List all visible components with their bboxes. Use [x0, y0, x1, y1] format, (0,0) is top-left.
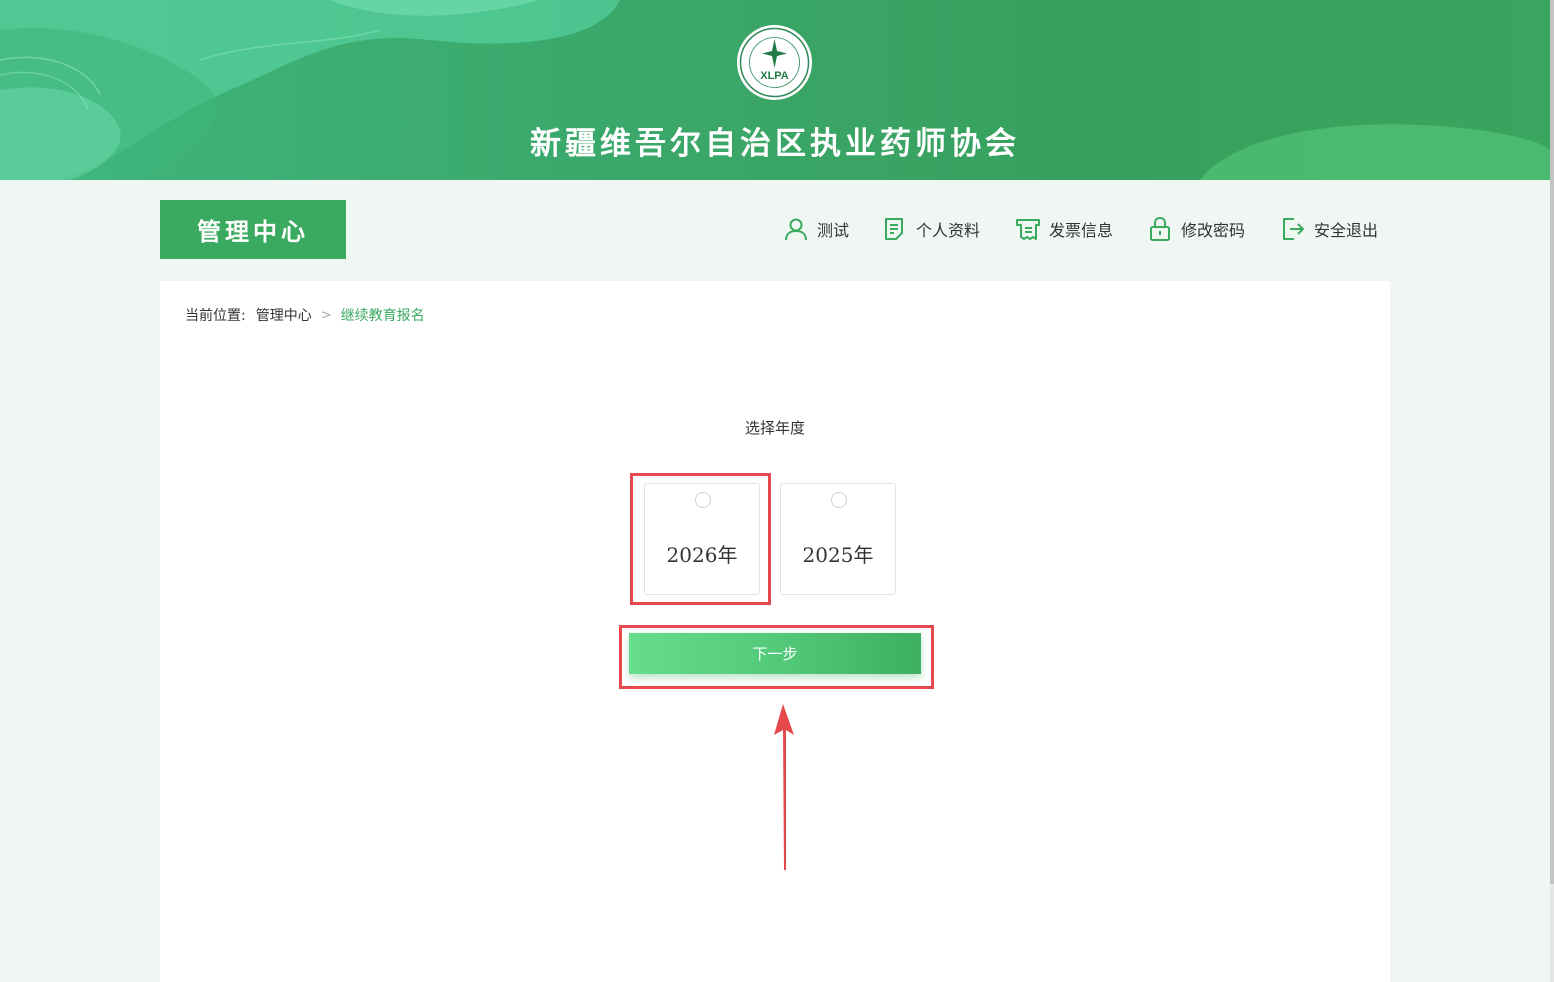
scrollbar-thumb[interactable]: [1550, 0, 1554, 884]
breadcrumb-current: 继续教育报名: [340, 308, 425, 324]
nav-invoice-label: 发票信息: [1049, 221, 1114, 240]
management-center-badge[interactable]: 管理中心: [160, 200, 346, 259]
year-radio-2026[interactable]: [695, 492, 711, 508]
nav-invoice[interactable]: 发票信息: [1015, 214, 1113, 244]
nav-user-label: 测试: [817, 221, 850, 240]
nav-change-password-label: 修改密码: [1181, 221, 1246, 240]
nav-logout-label: 安全退出: [1314, 221, 1379, 240]
logout-icon: [1283, 218, 1304, 240]
breadcrumb: 当前位置: 管理中心 > 继续教育报名: [185, 305, 425, 325]
nav-logout[interactable]: 安全退出: [1280, 214, 1378, 244]
breadcrumb-separator-icon: >: [320, 307, 332, 323]
year-label-2026: 2026年: [666, 543, 738, 567]
year-label-2025: 2025年: [802, 543, 874, 567]
document-icon: [885, 218, 903, 240]
year-option-2025[interactable]: 2025年: [780, 483, 896, 595]
year-option-2026[interactable]: 2026年: [644, 483, 760, 595]
annotation-arrow-icon: [774, 704, 794, 870]
breadcrumb-prefix: 当前位置:: [185, 308, 246, 324]
year-radio-2025[interactable]: [831, 492, 847, 508]
logo-text: XLPA: [760, 70, 789, 82]
user-icon: [785, 218, 807, 241]
header-banner: XLPA 新疆维吾尔自治区执业药师协会: [0, 0, 1550, 180]
next-step-button[interactable]: 下一步: [629, 633, 921, 674]
association-logo: XLPA: [737, 25, 812, 100]
nav-change-password[interactable]: 修改密码: [1147, 214, 1245, 244]
site-title: 新疆维吾尔自治区执业药师协会: [530, 126, 1020, 162]
invoice-icon: [1016, 219, 1040, 240]
section-title: 选择年度: [744, 419, 805, 437]
nav-profile-label: 个人资料: [916, 221, 981, 240]
nav-user[interactable]: 测试: [783, 214, 849, 244]
lock-icon: [1150, 216, 1170, 241]
breadcrumb-home[interactable]: 管理中心: [256, 305, 312, 325]
nav-profile[interactable]: 个人资料: [882, 214, 980, 244]
logo-emblem-icon: XLPA: [739, 27, 810, 98]
content-panel: 当前位置: 管理中心 > 继续教育报名 选择年度 2026年 2025年 下一步: [160, 281, 1390, 982]
